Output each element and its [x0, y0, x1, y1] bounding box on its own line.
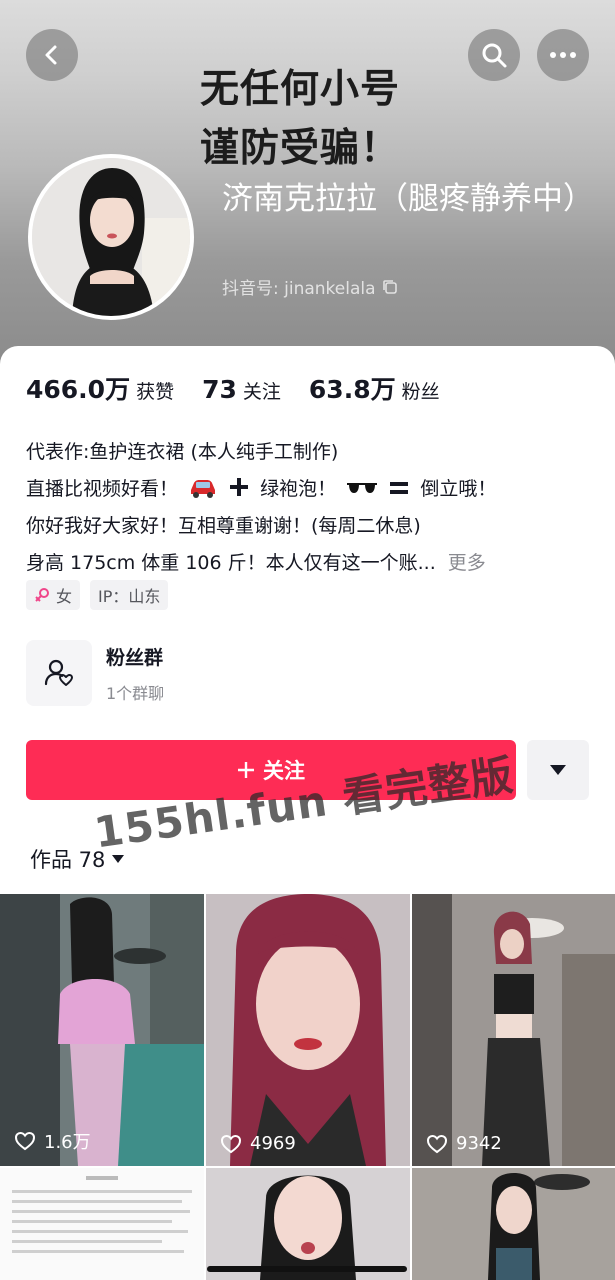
nickname: 济南克拉拉（腿疼静养中）: [222, 181, 594, 217]
gender-tag: 女: [26, 580, 81, 610]
fan-group-text: 粉丝群 1个群聊: [106, 643, 164, 704]
likes-count: 466.0万: [26, 375, 131, 404]
back-icon: [45, 45, 57, 65]
fan-group-icon: [44, 659, 73, 686]
fan-group-title: 粉丝群: [106, 646, 164, 669]
bio-line-4: 身高 175cm 体重 106 斤！本人仅有这一个账... 更多: [26, 545, 596, 582]
works-tab-label: 作品 78: [30, 848, 106, 872]
followers-count[interactable]: 63.8万: [309, 370, 396, 406]
followers-label[interactable]: 粉丝: [402, 377, 440, 404]
female-icon: [35, 588, 49, 602]
douyin-id-text: 抖音号: jinankelala: [222, 279, 376, 299]
plus-symbol-icon: [230, 478, 249, 496]
banner-line-1: 无任何小号: [199, 67, 400, 112]
search-icon: [482, 43, 507, 68]
ip-label: IP：山东: [98, 587, 161, 606]
video-thumbnail-2: [206, 894, 410, 1166]
bio-line-2-part-2: 绿袍泡！: [260, 478, 337, 500]
copy-icon[interactable]: [382, 279, 398, 295]
stats-row: 466.0万 获赞 73 关注 63.8万 粉丝: [26, 370, 468, 406]
video-thumbnail-3: [412, 894, 615, 1166]
following-label[interactable]: 关注: [243, 377, 281, 404]
video-tile-2[interactable]: 4969: [206, 894, 410, 1166]
bio-line-2-part-1: 直播比视频好看！: [26, 478, 179, 500]
following-count[interactable]: 73: [202, 375, 237, 404]
video-thumbnail-1: [0, 894, 204, 1166]
car-icon: [191, 480, 216, 498]
video-tile-6[interactable]: [412, 1168, 615, 1280]
profile-tags: 女 IP：山东: [26, 580, 169, 610]
video-thumbnail-5: [206, 1168, 410, 1280]
bio-line-2: 直播比视频好看！ 绿袍泡！ 倒立哦！: [26, 471, 596, 508]
bio-line-3: 你好我好大家好！互相尊重谢谢！(每周二休息): [26, 515, 421, 537]
home-indicator[interactable]: [207, 1266, 407, 1272]
likes-label: 获赞: [136, 381, 175, 403]
video-like-count-3: 9342: [426, 1133, 502, 1154]
bio-line-1: 代表作:鱼护连衣裙 (本人纯手工制作): [26, 441, 339, 463]
video-like-count-1: 1.6万: [14, 1128, 91, 1154]
fan-group-entry[interactable]: 粉丝群 1个群聊: [26, 640, 164, 706]
fan-group-subtitle: 1个群聊: [106, 683, 165, 703]
profile-header: 无任何小号 谨防受骗！ 济南克拉拉（腿疼静养中） 抖音号: jinankelal…: [0, 0, 615, 372]
video-thumbnail-4: [0, 1168, 204, 1280]
video-tile-3[interactable]: 9342: [412, 894, 615, 1166]
search-button[interactable]: [468, 29, 520, 81]
caret-down-icon: [550, 765, 566, 775]
equals-icon: [390, 482, 409, 494]
heart-icon: [426, 1134, 448, 1153]
video-like-count-2: 4969: [220, 1133, 296, 1154]
avatar[interactable]: [28, 154, 194, 320]
heart-icon: [14, 1131, 36, 1151]
douyin-id[interactable]: 抖音号: jinankelala: [222, 274, 398, 299]
banner-line-2: 谨防受骗！: [199, 126, 400, 171]
ip-tag: IP：山东: [90, 580, 169, 610]
video-tile-5[interactable]: [206, 1168, 410, 1280]
gender-label: 女: [56, 587, 73, 606]
fan-group-icon-box: [26, 640, 92, 706]
more-button[interactable]: [537, 29, 589, 81]
bio: 代表作:鱼护连衣裙 (本人纯手工制作) 直播比视频好看！ 绿袍泡！ 倒立哦！ 你…: [26, 434, 596, 582]
recommend-dropdown-button[interactable]: [527, 740, 589, 800]
heart-icon: [220, 1134, 242, 1153]
bio-line-2-part-3: 倒立哦！: [420, 478, 497, 500]
bio-line-4-text: 身高 175cm 体重 106 斤！本人仅有这一个账...: [26, 552, 436, 574]
video-likes-1: 1.6万: [44, 1132, 91, 1153]
back-button[interactable]: [26, 29, 78, 81]
avatar-image: [32, 158, 190, 316]
video-likes-2: 4969: [250, 1133, 296, 1154]
video-tile-4[interactable]: [0, 1168, 204, 1280]
bio-more-link[interactable]: 更多: [448, 552, 486, 574]
video-tile-1[interactable]: 1.6万: [0, 894, 204, 1166]
video-likes-3: 9342: [456, 1133, 502, 1154]
sunglasses-icon: [347, 483, 378, 493]
video-thumbnail-6: [412, 1168, 615, 1280]
more-icon: [550, 52, 576, 58]
